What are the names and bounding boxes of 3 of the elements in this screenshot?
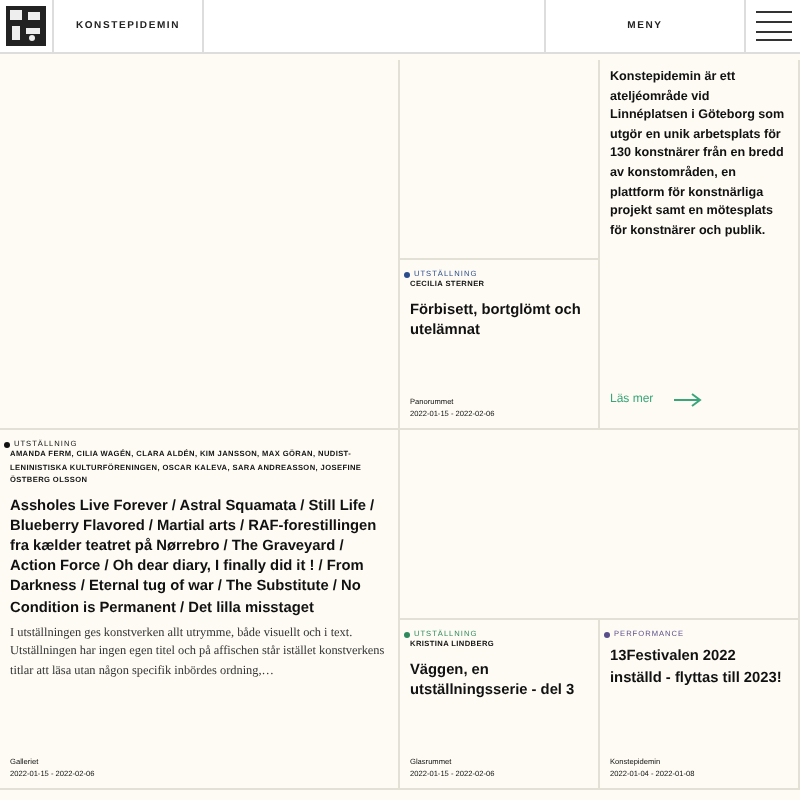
arrow-icon (673, 392, 702, 408)
menu-icon[interactable] (755, 10, 791, 42)
logo-icon[interactable] (6, 6, 46, 46)
